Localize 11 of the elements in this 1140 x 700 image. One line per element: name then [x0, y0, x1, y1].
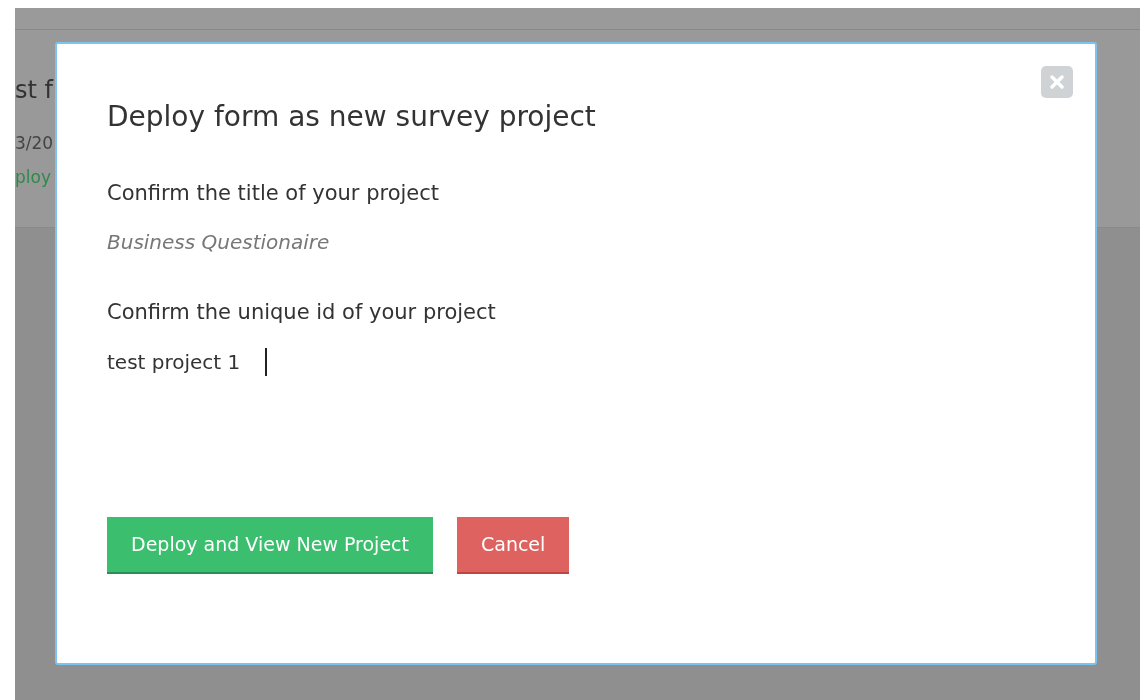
project-title: Business Questionaire	[107, 229, 330, 257]
item-date: 3/20	[15, 132, 54, 155]
deploy-button[interactable]: Deploy and View New Project	[107, 516, 433, 575]
field-label: Confirm the title of your project	[107, 179, 439, 207]
text-cursor	[265, 347, 267, 376]
field-label: Confirm the unique id of your project	[107, 299, 496, 327]
close-button[interactable]	[1041, 66, 1073, 98]
modal-title: Deploy form as new survey project	[107, 100, 597, 134]
item-title: st f	[15, 78, 53, 102]
cancel-button[interactable]: Cancel	[456, 516, 570, 575]
close-icon	[1049, 74, 1065, 90]
